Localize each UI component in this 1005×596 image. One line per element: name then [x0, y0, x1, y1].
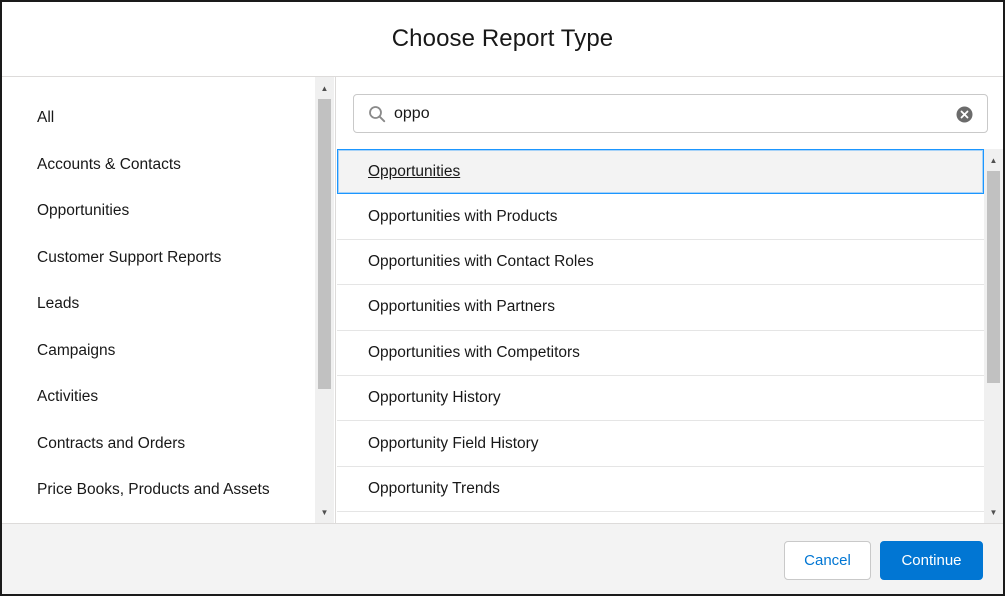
search-box[interactable]: [353, 94, 988, 133]
category-list: All Accounts & Contacts Opportunities Cu…: [2, 95, 314, 514]
clear-icon[interactable]: [956, 106, 973, 123]
report-type-item-opportunity-history[interactable]: Opportunity History: [337, 376, 984, 422]
continue-button[interactable]: Continue: [880, 541, 983, 580]
search-icon: [369, 106, 386, 123]
scroll-down-arrow-icon[interactable]: ▼: [315, 503, 334, 521]
category-item-customer-support-reports[interactable]: Customer Support Reports: [2, 235, 314, 282]
category-scrollbar[interactable]: ▲ ▼: [315, 77, 334, 523]
modal-footer: Cancel Continue: [2, 523, 1003, 594]
scrollbar-thumb[interactable]: [987, 171, 1000, 383]
report-type-item-opportunities[interactable]: Opportunities: [337, 149, 984, 195]
scrollbar-thumb[interactable]: [318, 99, 331, 389]
scroll-up-arrow-icon[interactable]: ▲: [315, 79, 334, 97]
report-type-item-opportunities-with-partners[interactable]: Opportunities with Partners: [337, 285, 984, 331]
results-scrollbar[interactable]: ▲ ▼: [984, 149, 1003, 523]
scroll-up-arrow-icon[interactable]: ▲: [984, 151, 1003, 169]
report-type-item-opportunity-trends[interactable]: Opportunity Trends: [337, 467, 984, 513]
category-item-opportunities[interactable]: Opportunities: [2, 188, 314, 235]
report-type-list: Opportunities Opportunities with Product…: [337, 149, 984, 523]
report-type-item-opportunities-with-products[interactable]: Opportunities with Products: [337, 194, 984, 240]
category-item-all[interactable]: All: [2, 95, 314, 142]
report-type-item-opportunities-with-contact-roles[interactable]: Opportunities with Contact Roles: [337, 240, 984, 286]
report-type-item-opportunities-with-competitors[interactable]: Opportunities with Competitors: [337, 331, 984, 376]
category-item-campaigns[interactable]: Campaigns: [2, 328, 314, 375]
choose-report-type-modal: Choose Report Type All Accounts & Contac…: [0, 0, 1005, 596]
category-item-activities[interactable]: Activities: [2, 374, 314, 421]
category-item-leads[interactable]: Leads: [2, 281, 314, 328]
modal-header: Choose Report Type: [2, 2, 1003, 77]
modal-body: All Accounts & Contacts Opportunities Cu…: [2, 77, 1003, 523]
cancel-button[interactable]: Cancel: [784, 541, 871, 580]
results-panel: Opportunities Opportunities with Product…: [337, 77, 1003, 523]
search-input[interactable]: [394, 99, 934, 128]
category-item-price-books-products-assets[interactable]: Price Books, Products and Assets: [2, 467, 314, 514]
report-type-item-opportunity-field-history[interactable]: Opportunity Field History: [337, 421, 984, 467]
scroll-down-arrow-icon[interactable]: ▼: [984, 503, 1003, 521]
category-item-contracts-orders[interactable]: Contracts and Orders: [2, 421, 314, 468]
modal-title: Choose Report Type: [391, 25, 614, 52]
category-item-accounts-contacts[interactable]: Accounts & Contacts: [2, 142, 314, 189]
category-panel: All Accounts & Contacts Opportunities Cu…: [2, 77, 336, 523]
